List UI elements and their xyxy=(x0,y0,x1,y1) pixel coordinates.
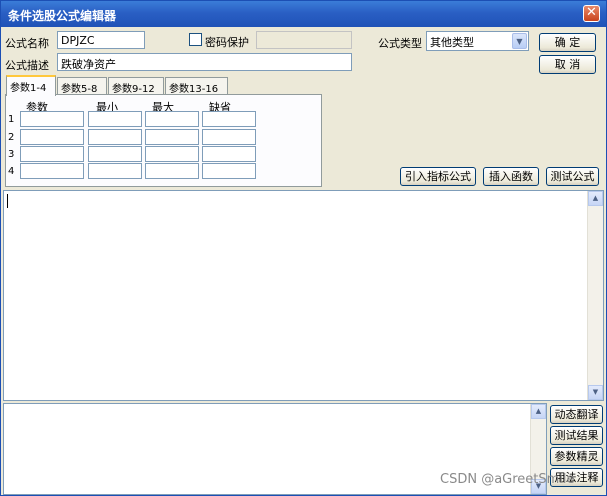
param-name-input[interactable] xyxy=(20,111,84,127)
formula-name-label: 公式名称 xyxy=(5,37,49,50)
param-name-input[interactable] xyxy=(20,129,84,145)
cancel-button[interactable]: 取 消 xyxy=(539,55,596,74)
param-name-input[interactable] xyxy=(20,163,84,179)
test-result-button[interactable]: 测试结果 xyxy=(550,426,603,445)
row-number: 3 xyxy=(8,149,15,160)
ok-button[interactable]: 确 定 xyxy=(539,33,596,52)
text-caret xyxy=(7,194,8,208)
tab-params-9-12[interactable]: 参数9-12 xyxy=(108,77,164,95)
param-max-input[interactable] xyxy=(145,111,199,127)
window-title: 条件选股公式编辑器 xyxy=(8,9,117,23)
password-input[interactable] xyxy=(256,31,352,49)
param-name-input[interactable] xyxy=(20,146,84,162)
param-min-input[interactable] xyxy=(88,163,142,179)
tab-params-5-8[interactable]: 参数5-8 xyxy=(57,77,107,95)
formula-desc-label: 公式描述 xyxy=(5,59,49,72)
formula-desc-input[interactable]: 跌破净资产 xyxy=(57,53,352,71)
param-max-input[interactable] xyxy=(145,146,199,162)
arrow-up-icon[interactable]: ▲ xyxy=(531,404,546,419)
row-number: 4 xyxy=(8,166,15,177)
test-formula-button[interactable]: 测试公式 xyxy=(546,167,599,186)
dynamic-translate-button[interactable]: 动态翻译 xyxy=(550,405,603,424)
param-min-input[interactable] xyxy=(88,129,142,145)
watermark: CSDN @aGreetSmile xyxy=(440,472,575,487)
row-number: 1 xyxy=(8,114,15,125)
insert-function-button[interactable]: 插入函数 xyxy=(483,167,539,186)
formula-name-input[interactable]: DPJZC xyxy=(57,31,145,49)
param-panel: 参数 最小 最大 缺省 1 2 3 4 xyxy=(5,94,322,187)
tab-params-1-4[interactable]: 参数1-4 xyxy=(6,75,56,96)
editor-scrollbar[interactable]: ▲ ▼ xyxy=(587,191,603,400)
row-number: 2 xyxy=(8,132,15,143)
param-default-input[interactable] xyxy=(202,111,256,127)
param-min-input[interactable] xyxy=(88,146,142,162)
param-max-input[interactable] xyxy=(145,163,199,179)
tab-params-13-16[interactable]: 参数13-16 xyxy=(165,77,228,95)
param-default-input[interactable] xyxy=(202,146,256,162)
password-checkbox[interactable] xyxy=(189,33,202,46)
formula-editor-window: 条件选股公式编辑器 ✕ 公式名称 DPJZC 密码保护 公式类型 其他类型 ▼ … xyxy=(0,0,607,496)
title-bar: 条件选股公式编辑器 ✕ xyxy=(1,1,606,27)
param-default-input[interactable] xyxy=(202,163,256,179)
param-default-input[interactable] xyxy=(202,129,256,145)
chevron-down-icon[interactable]: ▼ xyxy=(512,33,527,49)
formula-type-value: 其他类型 xyxy=(430,36,474,49)
formula-type-select[interactable]: 其他类型 ▼ xyxy=(426,31,529,51)
arrow-up-icon[interactable]: ▲ xyxy=(588,191,603,206)
password-label: 密码保护 xyxy=(205,36,249,49)
close-icon[interactable]: ✕ xyxy=(583,5,600,22)
arrow-down-icon[interactable]: ▼ xyxy=(588,385,603,400)
param-wizard-button[interactable]: 参数精灵 xyxy=(550,447,603,466)
param-max-input[interactable] xyxy=(145,129,199,145)
formula-editor[interactable]: ▲ ▼ xyxy=(3,190,604,401)
param-min-input[interactable] xyxy=(88,111,142,127)
formula-type-label: 公式类型 xyxy=(378,37,422,50)
import-indicator-button[interactable]: 引入指标公式 xyxy=(400,167,476,186)
